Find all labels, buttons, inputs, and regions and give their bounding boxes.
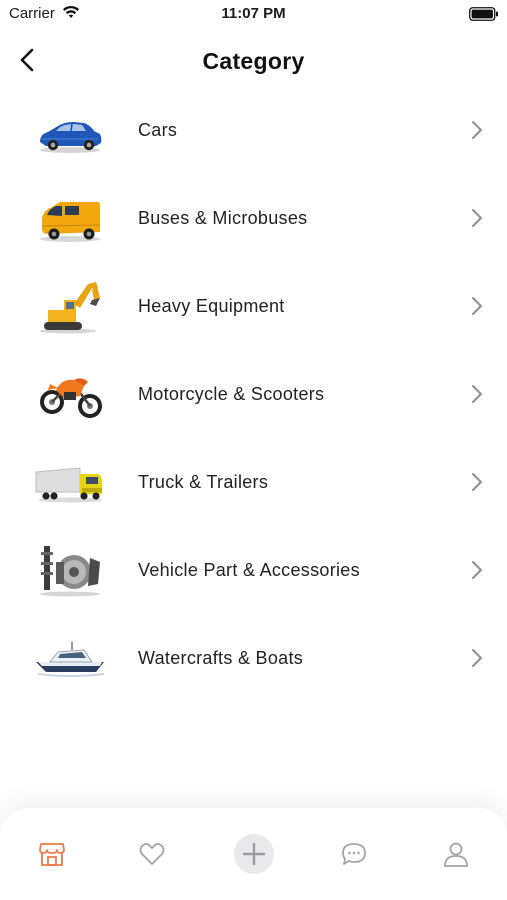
category-label: Watercrafts & Boats: [138, 648, 304, 668]
truck-icon: [35, 467, 102, 503]
profile-icon: [444, 842, 468, 867]
category-row-trucks[interactable]: Truck & Trailers: [0, 438, 507, 526]
category-list: Cars Buses & Microbuses Heavy Equipment …: [0, 86, 507, 702]
tab-profile[interactable]: [436, 834, 476, 874]
chevron-right-icon: [472, 209, 482, 227]
category-row-heavy-equipment[interactable]: Heavy Equipment: [0, 262, 507, 350]
category-label: Motorcycle & Scooters: [138, 384, 325, 404]
category-label: Cars: [138, 120, 178, 140]
chevron-right-icon: [472, 649, 482, 667]
chevron-right-icon: [472, 385, 482, 403]
category-label: Buses & Microbuses: [138, 208, 308, 228]
car-icon: [40, 122, 102, 153]
chevron-right-icon: [472, 297, 482, 315]
battery-icon: [469, 7, 498, 21]
plus-icon: [242, 842, 266, 866]
category-row-boats[interactable]: Watercrafts & Boats: [0, 614, 507, 702]
category-label: Vehicle Part & Accessories: [138, 560, 360, 580]
category-row-parts[interactable]: Vehicle Part & Accessories: [0, 526, 507, 614]
chat-icon: [342, 843, 366, 865]
tab-favorites[interactable]: [132, 834, 172, 874]
parts-icon: [40, 546, 100, 597]
excavator-icon: [40, 282, 100, 334]
category-row-motorcycles[interactable]: Motorcycle & Scooters: [0, 350, 507, 438]
boat-icon: [36, 642, 105, 677]
category-row-buses[interactable]: Buses & Microbuses: [0, 174, 507, 262]
heart-icon: [139, 843, 165, 865]
tab-bar: [0, 808, 507, 900]
tab-shop[interactable]: [32, 834, 72, 874]
chevron-right-icon: [472, 121, 482, 139]
category-label: Heavy Equipment: [138, 296, 285, 316]
category-label: Truck & Trailers: [138, 472, 269, 492]
motorcycle-icon: [40, 378, 102, 418]
chevron-right-icon: [472, 561, 482, 579]
van-icon: [40, 202, 101, 242]
status-bar: Carrier 11:07 PM: [0, 0, 507, 30]
tab-messages[interactable]: [334, 834, 374, 874]
status-time: 11:07 PM: [221, 5, 286, 22]
chevron-right-icon: [472, 473, 482, 491]
tab-add-listing[interactable]: [234, 834, 274, 874]
shop-icon: [39, 843, 65, 866]
category-row-cars[interactable]: Cars: [0, 86, 507, 174]
page-title: Category: [202, 48, 305, 74]
